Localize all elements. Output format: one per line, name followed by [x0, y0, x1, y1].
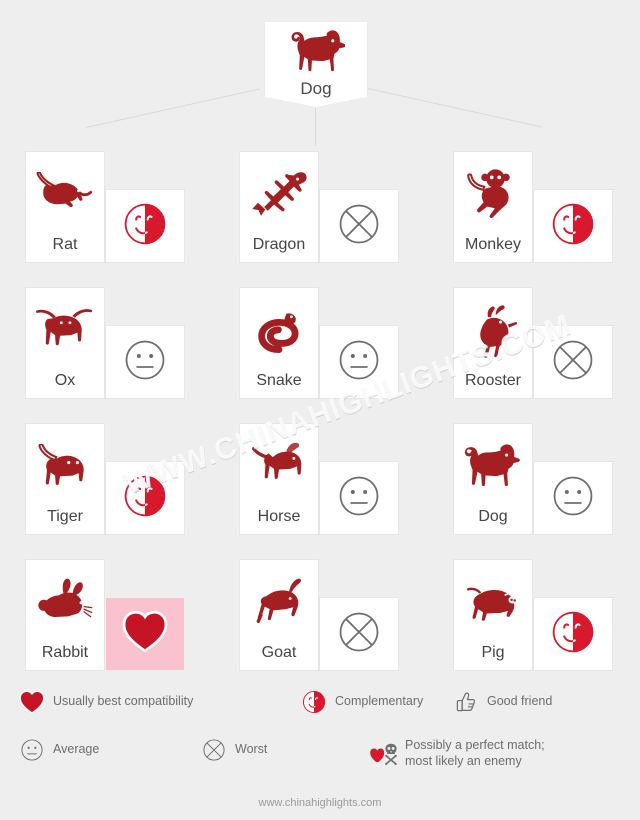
average-icon [123, 338, 167, 387]
animal-name: Rat [52, 236, 78, 253]
animal-name: Goat [261, 644, 297, 661]
legend-label: Worst [235, 742, 268, 757]
compatibility-card-horse[interactable] [320, 462, 398, 534]
tiger-icon [26, 424, 104, 509]
compatibility-card-goat[interactable] [320, 598, 398, 670]
legend-item-heart: Usually best compatibility [18, 690, 193, 714]
compatibility-card-rat[interactable] [106, 190, 184, 262]
average-icon [337, 474, 381, 523]
heart-skull-icon [370, 740, 398, 767]
compatibility-card-dog[interactable] [534, 462, 612, 534]
worst-icon [200, 738, 228, 762]
dog-icon [287, 22, 345, 78]
complementary-icon [123, 474, 167, 523]
rooster-icon [454, 288, 532, 373]
animal-name: Ox [54, 372, 76, 389]
animal-name: Pig [481, 644, 505, 661]
compatibility-card-ox[interactable] [106, 326, 184, 398]
compatibility-card-snake[interactable] [320, 326, 398, 398]
animal-name: Rooster [464, 372, 522, 389]
compatibility-card-rabbit[interactable] [106, 598, 184, 670]
monkey-icon [454, 152, 532, 237]
complementary-icon [300, 690, 328, 714]
animal-card-goat[interactable]: Goat [240, 560, 318, 670]
legend-label: Possibly a perfect match; most likely an … [405, 738, 545, 769]
footer-url: www.chinahighlights.com [258, 797, 382, 809]
heart-icon [18, 690, 46, 714]
worst-icon [551, 338, 595, 387]
animal-card-ox[interactable]: Ox [26, 288, 104, 398]
compatibility-card-tiger[interactable] [106, 462, 184, 534]
center-sign-card[interactable]: Dog [265, 22, 367, 107]
average-icon [18, 738, 46, 762]
animal-name: Dragon [252, 236, 306, 253]
average-icon [551, 474, 595, 523]
legend-item-thumbs-up: Good friend [452, 690, 552, 714]
center-sign-name: Dog [300, 79, 332, 98]
compatibility-card-monkey[interactable] [534, 190, 612, 262]
animal-card-dragon[interactable]: Dragon [240, 152, 318, 262]
legend-label-line1: Possibly a perfect match; [405, 738, 545, 752]
animal-name: Monkey [464, 236, 522, 253]
legend-item-heart-skull: Possibly a perfect match; most likely an … [370, 738, 545, 769]
rat-icon [26, 152, 104, 237]
horse-icon [240, 424, 318, 509]
animal-card-pig[interactable]: Pig [454, 560, 532, 670]
animal-name: Horse [257, 508, 301, 525]
dog-icon [454, 424, 532, 509]
animal-card-rat[interactable]: Rat [26, 152, 104, 262]
legend-item-worst: Worst [200, 738, 267, 762]
animal-card-monkey[interactable]: Monkey [454, 152, 532, 262]
compatibility-card-rooster[interactable] [534, 326, 612, 398]
goat-icon [240, 560, 318, 645]
animal-card-horse[interactable]: Horse [240, 424, 318, 534]
legend-label: Average [53, 742, 100, 757]
connector-line-right [367, 88, 542, 128]
animal-name: Rabbit [41, 644, 89, 661]
thumbs-up-icon [452, 690, 480, 714]
snake-icon [240, 288, 318, 373]
animal-card-dog[interactable]: Dog [454, 424, 532, 534]
legend-item-complementary: Complementary [300, 690, 423, 714]
animal-card-snake[interactable]: Snake [240, 288, 318, 398]
pig-icon [454, 560, 532, 645]
complementary-icon [551, 610, 595, 659]
animal-name: Tiger [47, 508, 83, 525]
legend-row-2: Average Worst Possibly a perfect match; mos… [0, 738, 640, 784]
worst-icon [337, 610, 381, 659]
legend-label-line2: most likely an enemy [405, 753, 522, 768]
dragon-icon [240, 152, 318, 237]
animal-card-rooster[interactable]: Rooster [454, 288, 532, 398]
worst-icon [337, 202, 381, 251]
animal-name: Snake [256, 372, 302, 389]
legend-label: Complementary [335, 694, 424, 709]
animal-name: Dog [478, 508, 508, 525]
complementary-icon [551, 202, 595, 251]
compatibility-card-pig[interactable] [534, 598, 612, 670]
legend-row-1: Usually best compatibility Complementary G… [0, 690, 640, 730]
connector-line-left [85, 88, 260, 128]
ox-icon [26, 288, 104, 373]
zodiac-compatibility-chart: Dog Rat Ox Tiger Rabbit Dragon Snake Horse Goat… [0, 0, 640, 820]
compatibility-card-dragon[interactable] [320, 190, 398, 262]
animal-card-rabbit[interactable]: Rabbit [26, 560, 104, 670]
rabbit-icon [26, 560, 104, 645]
complementary-icon [123, 202, 167, 251]
animal-card-tiger[interactable]: Tiger [26, 424, 104, 534]
legend-label: Usually best compatibility [53, 694, 194, 709]
connector-line-center [315, 108, 316, 146]
legend-item-average: Average [18, 738, 99, 762]
average-icon [337, 338, 381, 387]
legend-label: Good friend [487, 694, 553, 709]
heart-icon [122, 610, 168, 657]
